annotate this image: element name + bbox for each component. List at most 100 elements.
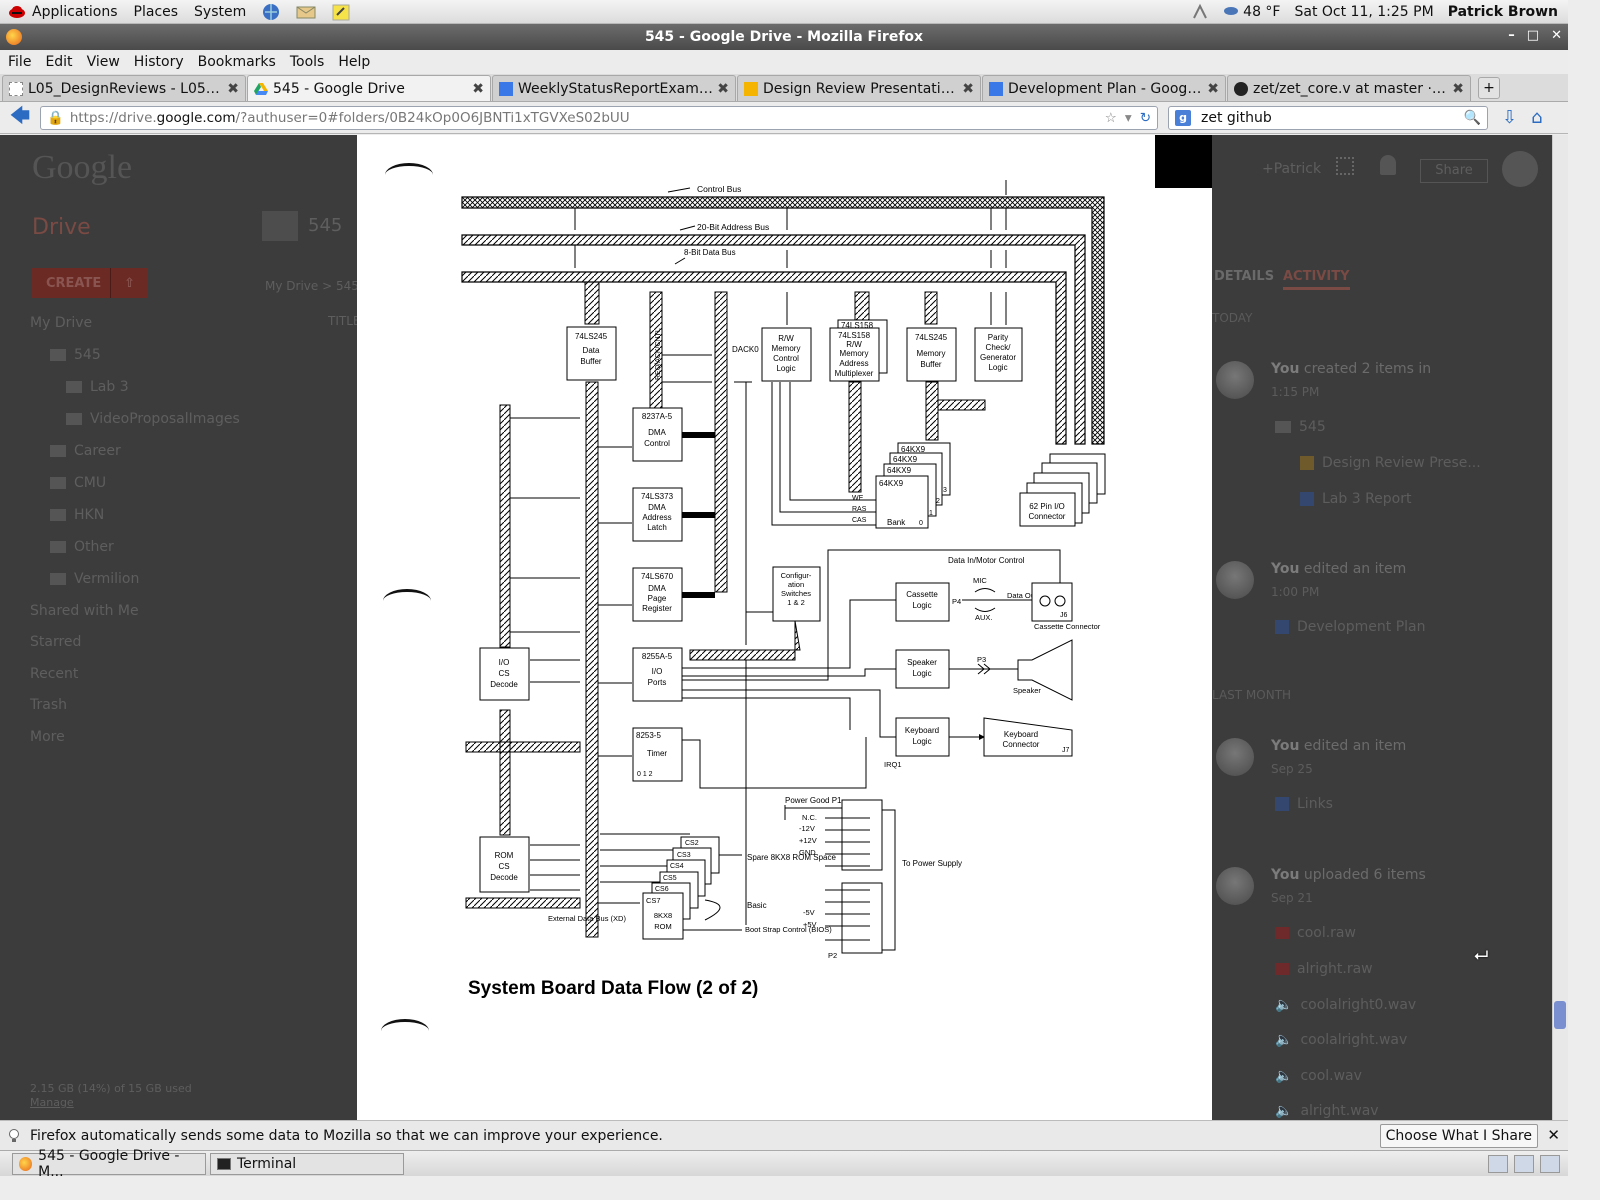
sidebar-label: Recent [30,666,79,682]
action: edited an item [1303,738,1407,754]
chip-label: Ports [648,678,667,687]
rw-memory-control-chip: R/W Memory Control Logic [761,327,812,382]
chip-label: Timer [647,749,667,758]
close-icon[interactable]: ✕ [1551,28,1562,43]
choose-what-i-share-button[interactable]: Choose What I Share [1379,1124,1538,1148]
menu-tools[interactable]: Tools [286,54,329,70]
menu-help[interactable]: Help [334,54,374,70]
section-today: TODAY [1212,311,1253,325]
taskbar-firefox[interactable]: 545 - Google Drive - M... [12,1148,206,1180]
menu-view[interactable]: View [83,54,124,70]
tab-close-icon[interactable]: ✖ [962,81,974,97]
back-button[interactable]: 🡄 [6,103,34,130]
maximize-icon[interactable]: □ [1527,28,1539,43]
sidebar-label: Trash [30,697,67,713]
activity-time: Sep 25 [1271,762,1313,776]
sidebar-item-vermilion: Vermilion [50,571,139,587]
binoculars-icon[interactable]: 🔍 [1464,110,1481,126]
actor: You [1271,361,1300,377]
scrollbar-thumb[interactable] [1554,1001,1566,1029]
ram-label: 64KX9 [901,445,926,454]
search-input[interactable]: zet github [1201,110,1272,126]
chip-label: DMA [648,428,666,437]
redhat-icon [9,5,25,18]
launcher-notes[interactable] [324,3,358,21]
config-switches: Configur- ation Switches 1 & 2 [772,566,821,622]
lightbulb-icon [9,1128,19,1142]
activity-entry-1: You created 2 items in [1271,361,1431,377]
chip-label: Parity [988,333,1008,342]
workspace-switcher-icon[interactable] [1488,1154,1508,1173]
tab-close-icon[interactable]: ✖ [1452,81,1464,97]
connector-label: 62 Pin I/O [1029,502,1065,511]
tab-google-drive[interactable]: 545 - Google Drive ✖ [247,75,491,101]
network-icon[interactable] [1191,3,1209,21]
close-icon[interactable]: ✕ [1547,1126,1560,1144]
tab-design-reviews[interactable]: L05_DesignReviews - L05_D... ✖ [2,75,246,101]
download-icon[interactable]: ⇩ [1502,107,1517,128]
new-tab-button[interactable]: + [1478,77,1500,99]
workspace-switcher-icon[interactable] [1540,1154,1560,1173]
folder-title: 545 [308,215,343,236]
tab-design-review-presentation[interactable]: Design Review Presentation ... ✖ [737,75,981,101]
system-menu[interactable]: System [186,4,254,20]
actor: You [1271,867,1300,883]
audio-icon: 🔈 [1275,1032,1293,1048]
clock[interactable]: Sat Oct 11, 1:25 PM [1295,4,1434,20]
star-icon[interactable]: ☆ [1105,110,1117,126]
url-prefix: https://drive. [69,109,157,126]
menu-history[interactable]: History [130,54,188,70]
upload-icon: ⇧ [110,268,148,298]
sidebar-item-cmu: CMU [50,475,106,491]
search-box[interactable]: g zet github 🔍 [1168,105,1488,130]
reload-icon[interactable]: ↻ [1140,110,1151,126]
io-ports-chip: 8255A-5 I/O Ports [632,647,683,702]
memory-buffer-chip: 74LS245 Memory Buffer [906,327,957,382]
taskbar-terminal[interactable]: Terminal [210,1152,404,1175]
tab-close-icon[interactable]: ✖ [227,81,239,97]
home-icon[interactable]: ⌂ [1531,107,1542,128]
launcher-firefox[interactable] [254,3,288,21]
places-menu[interactable]: Places [126,4,187,20]
sidebar-label: More [30,729,65,745]
google-search-engine-icon[interactable]: g [1175,109,1191,126]
minimize-icon[interactable]: – [1508,28,1515,43]
breadcrumb: My Drive > 545 [265,279,359,293]
chip-label: 8253-5 [636,731,661,740]
applications-menu[interactable]: Applications [0,3,126,21]
menu-file[interactable]: File [4,54,35,70]
menu-edit[interactable]: Edit [41,54,76,70]
document-preview[interactable]: Control Bus 20-Bit Address Bus 8-Bit Dat… [357,135,1212,1120]
folder-header-icon [262,211,298,241]
item-label: Links [1297,796,1333,812]
sidebar-item-other: Other [50,539,114,555]
folder-icon [66,413,82,425]
menu-bookmarks[interactable]: Bookmarks [194,54,280,70]
activity-entry-2: You edited an item [1271,561,1406,577]
tab-development-plan[interactable]: Development Plan - Google ... ✖ [982,75,1226,101]
tab-close-icon[interactable]: ✖ [1207,81,1219,97]
we-label: WE [852,495,864,502]
tab-github[interactable]: zet/zet_core.v at master · m... ✖ [1227,75,1471,101]
chip-label: 74LS245 [915,333,948,342]
launcher-mail[interactable] [288,4,324,20]
weather[interactable]: 48 °F [1223,4,1281,20]
activity-item: alright.raw [1275,961,1373,977]
tab-close-icon[interactable]: ✖ [472,81,484,97]
tab-close-icon[interactable]: ✖ [717,81,729,97]
apps-grid-icon [1336,157,1354,175]
create-button: CREATE ⇧ [32,268,148,298]
workspace-switcher-icon[interactable] [1514,1154,1534,1173]
tab-weekly-status[interactable]: WeeklyStatusReportExampl... ✖ [492,75,736,101]
dma-control-chip: 8237A-5 DMA Control [632,407,683,462]
dropdown-icon[interactable]: ▾ [1125,110,1132,126]
url-bar[interactable]: 🔒 https://drive. google.com/?authuser=0#f… [40,105,1158,130]
page-scrollbar[interactable] [1552,135,1568,1120]
sidebar-item-shared: Shared with Me [30,603,139,619]
chip-label: Decode [490,873,518,882]
docs-icon [1300,492,1314,506]
chip-label: Latch [647,523,667,532]
user-menu[interactable]: Patrick Brown [1448,4,1558,20]
speaker-logic-chip: Speaker Logic [895,649,950,689]
chip-label: 74LS373 [641,492,674,501]
